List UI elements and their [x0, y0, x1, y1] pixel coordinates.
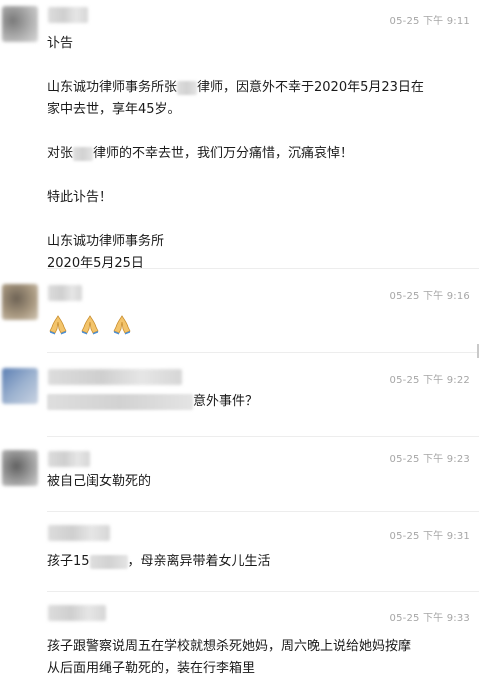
folded-hands-icon: [81, 315, 99, 335]
message-text[interactable]: 孩子跟警察说周五在学校就想杀死她妈，周六晚上说给她妈按摩 从后面用绳子勒死的，装…: [47, 636, 467, 680]
sender-name: [48, 285, 82, 301]
sender-name: [48, 369, 182, 385]
timestamp: 05-25 下午 9:11: [389, 16, 470, 27]
timestamp: 05-25 下午 9:31: [389, 531, 470, 542]
sender-name: [48, 451, 90, 467]
divider: [47, 436, 479, 437]
notice-line: 特此讣告！: [47, 190, 113, 205]
message-text[interactable]: 被自己闺女勒死的: [47, 471, 467, 493]
avatar[interactable]: [2, 6, 38, 42]
timestamp: 05-25 下午 9:33: [389, 613, 470, 624]
avatar[interactable]: [2, 368, 38, 404]
divider: [47, 352, 479, 353]
divider: [47, 268, 479, 269]
timestamp: 05-25 下午 9:23: [389, 454, 470, 465]
redacted-name: [177, 80, 198, 95]
message-text[interactable]: 意外事件？: [47, 391, 467, 413]
sender-name: [48, 605, 106, 621]
message-text[interactable]: 讣告 山东诚功律师事务所张 律师，因意外不幸于2020年5月23日在 家中去世，享…: [47, 33, 467, 275]
timestamp: 05-25 下午 9:16: [389, 291, 470, 302]
folded-hands-icon: [49, 315, 67, 335]
notice-date: 2020年5月25日: [47, 256, 144, 271]
divider: [47, 511, 479, 512]
message-text[interactable]: 孩子15 ，母亲离异带着女儿生活: [47, 551, 467, 573]
redacted-text: [47, 393, 193, 410]
folded-hands-icon: [113, 315, 131, 335]
redacted-name: [73, 146, 94, 161]
timestamp: 05-25 下午 9:22: [389, 375, 470, 386]
avatar[interactable]: [2, 450, 38, 486]
avatar[interactable]: [2, 284, 38, 320]
divider: [47, 591, 479, 592]
sender-name: [48, 525, 110, 541]
notice-title: 讣告: [47, 36, 74, 51]
redacted-text: [89, 554, 128, 569]
notice-signature: 山东诚功律师事务所: [47, 234, 165, 249]
notice-line: 山东诚功律师事务所张 律师，因意外不幸于2020年5月23日在: [47, 80, 424, 95]
message-text[interactable]: [47, 313, 467, 336]
notice-line: 家中去世，享年45岁。: [47, 102, 181, 117]
notice-line: 对张 律师的不幸去世，我们万分痛惜，沉痛哀悼！: [47, 146, 354, 161]
sender-name: [48, 7, 88, 23]
